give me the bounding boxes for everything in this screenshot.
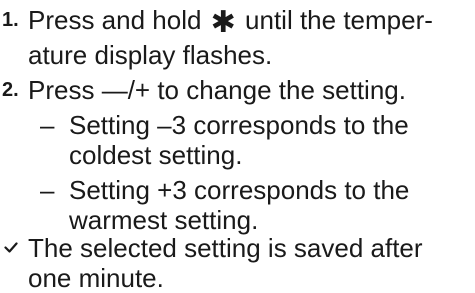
step-number: 1.	[2, 9, 19, 31]
step-text: Press and hold ✱ until the temper-	[28, 5, 433, 39]
step-text-before: Press and hold	[28, 5, 209, 35]
step-text-after: to change the setting.	[150, 75, 406, 105]
snowflake-asterisk-icon: ✱	[210, 6, 236, 39]
step-text-continued: ature display flashes.	[28, 40, 273, 70]
step-text-before: Press	[28, 75, 102, 105]
minus-plus-icon: —/+	[101, 75, 151, 105]
step-text: Press —/+ to change the setting.	[28, 75, 406, 105]
bullet-text: Setting –3 corresponds to the	[69, 110, 409, 140]
bullet-text: Setting +3 corresponds to the	[69, 175, 410, 205]
result-text-continued: one minute.	[28, 263, 164, 293]
step-number: 2.	[2, 79, 19, 101]
step-text-after: until the temper-	[237, 5, 433, 35]
bullet-dash: –	[40, 110, 55, 140]
bullet-text-continued: coldest setting.	[69, 140, 243, 170]
check-icon	[4, 242, 18, 253]
bullet-text-continued: warmest setting.	[69, 205, 259, 235]
result-text: The selected setting is saved after	[28, 233, 423, 263]
instruction-list: 1. Press and hold ✱ until the temper- at…	[0, 0, 475, 293]
bullet-dash: –	[40, 175, 55, 205]
